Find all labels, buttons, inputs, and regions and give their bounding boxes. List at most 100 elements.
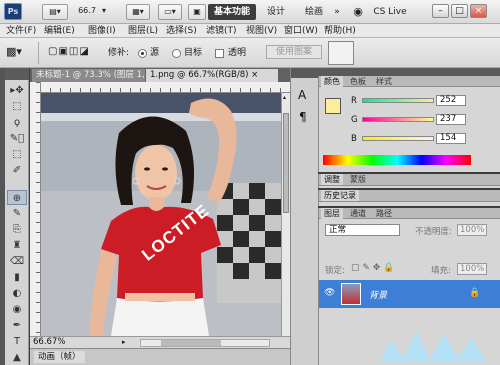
color-spectrum-bar[interactable] [323, 155, 471, 165]
blue-value-field[interactable]: 154 [436, 133, 466, 144]
tab-untitled-1[interactable]: 未标题-1 @ 73.3% (图层 1, RGB/8) × [32, 69, 145, 82]
tab-channels[interactable]: 通道 [347, 208, 369, 219]
green-value-field[interactable]: 237 [436, 114, 466, 125]
patch-tool-icon[interactable]: ⊕ [7, 190, 27, 205]
marquee-tool-icon[interactable]: ⬚ [7, 99, 27, 114]
lock-label: 锁定: [325, 266, 345, 276]
zoom-status[interactable]: 66.67% [33, 337, 65, 348]
vertical-scrollbar[interactable]: ▴ [281, 93, 290, 336]
tab-color[interactable]: 颜色 [321, 76, 343, 87]
workspace-design[interactable]: 设计 [262, 4, 290, 20]
fill-field[interactable]: 100% [457, 263, 487, 275]
tab-paths[interactable]: 路径 [373, 208, 395, 219]
status-arrow-icon[interactable]: ▸ [122, 339, 130, 346]
brush-tool-icon[interactable]: ✎ [7, 206, 27, 221]
pen-tool-icon[interactable]: ✒ [7, 318, 27, 333]
visibility-eye-icon[interactable]: 👁 [324, 288, 335, 298]
eraser-tool-icon[interactable]: ⌫ [7, 254, 27, 269]
menu-image[interactable]: 图像(I) [88, 25, 116, 37]
color-panel: 颜色 色板 样式 R 252 G 237 B 154 [318, 76, 500, 172]
application-bar: Ps ▤▾ 66.7 ▾ ▦▾ ▭▾ ▣ 基本功能 设计 绘画 » ◉ CS L… [0, 0, 500, 24]
minimize-button[interactable]: – [432, 4, 449, 18]
horizontal-ruler [40, 82, 290, 93]
paragraph-panel-icon[interactable]: ¶ [299, 110, 307, 124]
workspace-essentials[interactable]: 基本功能 [208, 4, 256, 20]
green-slider[interactable] [362, 117, 434, 122]
view-extras-button[interactable]: ▦▾ [126, 4, 150, 20]
menu-bar: 文件(F) 编辑(E) 图像(I) 图层(L) 选择(S) 滤镜(T) 视图(V… [0, 24, 500, 38]
horizontal-scrollbar[interactable] [140, 339, 270, 347]
pattern-picker[interactable] [328, 41, 354, 65]
move-tool-icon[interactable]: ▸✥ [7, 83, 27, 98]
menu-view[interactable]: 视图(V) [246, 25, 277, 37]
adjust-panel-tabs: 调整 蒙版 [319, 174, 500, 186]
arrange-documents-button[interactable]: ▭▾ [158, 4, 182, 20]
red-value-field[interactable]: 252 [436, 95, 466, 106]
bridge-button[interactable]: ▤▾ [42, 4, 68, 20]
lock-icons[interactable]: ▢ ✎ ✥ 🔒 [351, 263, 394, 273]
target-label: 目标 [184, 48, 203, 58]
scroll-up-icon[interactable]: ▴ [283, 95, 289, 101]
green-channel-label: G [351, 115, 358, 125]
use-pattern-button[interactable]: 使用图案 [266, 45, 322, 59]
tab-masks[interactable]: 蒙版 [347, 174, 369, 185]
tab-swatches[interactable]: 色板 [347, 76, 369, 87]
gradient-tool-icon[interactable]: ▮ [7, 270, 27, 285]
tab-styles[interactable]: 样式 [373, 76, 395, 87]
tab-layers[interactable]: 图层 [321, 208, 343, 219]
animation-tab[interactable]: 动画（帧） [34, 351, 85, 363]
panel-dock-header[interactable] [318, 68, 500, 76]
menu-filter[interactable]: 滤镜(T) [206, 25, 237, 37]
crop-tool-icon[interactable]: ⬚ [7, 147, 27, 162]
document-canvas[interactable]: LOCTITE [41, 93, 281, 336]
layer-lock-icon: 🔒 [469, 288, 481, 298]
toolbox-header[interactable] [5, 68, 29, 80]
workspace-more-icon[interactable]: » [331, 4, 343, 20]
adjustments-panel: 调整 蒙版 [318, 174, 500, 188]
source-radio[interactable] [138, 49, 147, 58]
dodge-tool-icon[interactable]: ◐ [7, 286, 27, 301]
blend-mode-select[interactable]: 正常 [325, 224, 400, 236]
character-panel-icon[interactable]: A [298, 88, 306, 102]
blue-channel-label: B [351, 134, 357, 144]
cs-live-button[interactable]: CS Live [365, 4, 415, 20]
clone-stamp-tool-icon[interactable]: ⎘ [7, 222, 27, 237]
restore-button[interactable]: □ [451, 4, 468, 18]
layers-panel-tabs: 图层 通道 路径 [319, 208, 500, 219]
menu-layer[interactable]: 图层(L) [128, 25, 158, 37]
close-button[interactable]: × [470, 4, 487, 18]
zoom-dropdown-icon[interactable]: ▾ [99, 4, 109, 20]
menu-window[interactable]: 窗口(W) [284, 25, 318, 37]
color-panel-tabs: 颜色 色板 样式 [319, 76, 500, 87]
tab-1-png[interactable]: 1.png @ 66.7%(RGB/8) × [146, 69, 278, 82]
selection-mode-icons[interactable]: ▢▣◫◪ [48, 46, 90, 58]
zoom-level-button[interactable]: 66.7 [76, 4, 98, 20]
blue-slider[interactable] [362, 136, 434, 141]
foreground-color-swatch[interactable] [325, 98, 341, 114]
menu-edit[interactable]: 编辑(E) [44, 25, 75, 37]
strip-header[interactable] [291, 68, 319, 78]
h-scroll-thumb[interactable] [161, 340, 221, 346]
scroll-thumb[interactable] [283, 113, 289, 213]
eyedropper-tool-icon[interactable]: ✐ [7, 163, 27, 178]
workspace-painting[interactable]: 绘画 [300, 4, 328, 20]
type-tool-icon[interactable]: T [7, 334, 27, 349]
transparent-label: 透明 [228, 48, 247, 58]
menu-select[interactable]: 选择(S) [166, 25, 197, 37]
quick-selection-tool-icon[interactable]: ✎⃝ [7, 131, 27, 146]
transparent-checkbox[interactable] [215, 49, 224, 58]
source-label: 源 [150, 48, 160, 58]
screen-mode-button[interactable]: ▣ [188, 4, 206, 20]
tab-adjustments[interactable]: 调整 [321, 174, 343, 185]
path-selection-tool-icon[interactable]: ▲ [7, 350, 27, 365]
burn-tool-icon[interactable]: ◉ [7, 302, 27, 317]
target-radio[interactable] [172, 49, 181, 58]
tab-history[interactable]: 历史记录 [321, 190, 359, 201]
patch-tool-preset-icon[interactable]: ▩▾ [6, 46, 22, 58]
history-brush-tool-icon[interactable]: ♜ [7, 238, 27, 253]
menu-help[interactable]: 帮助(H) [324, 25, 356, 37]
opacity-field[interactable]: 100% [457, 224, 487, 236]
red-slider[interactable] [362, 98, 434, 103]
menu-file[interactable]: 文件(F) [6, 25, 36, 37]
lasso-tool-icon[interactable]: ϙ [7, 115, 27, 130]
